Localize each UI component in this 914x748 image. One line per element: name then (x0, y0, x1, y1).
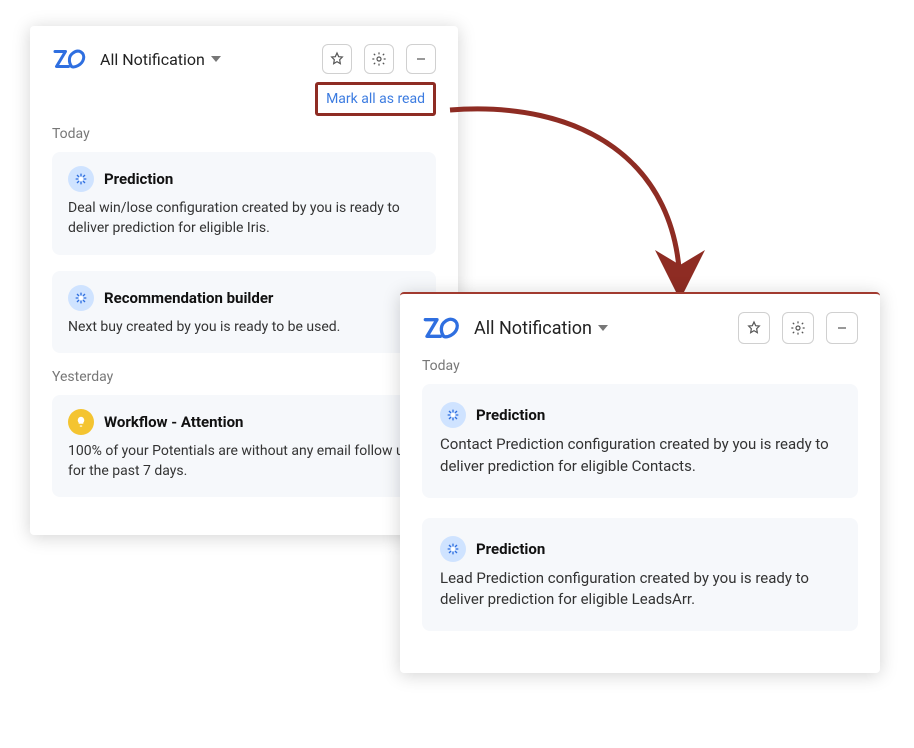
notification-card[interactable]: Prediction Contact Prediction configurat… (422, 384, 858, 498)
card-body: Next buy created by you is ready to be u… (68, 317, 420, 337)
notification-card[interactable]: Prediction Deal win/lose configuration c… (52, 152, 436, 255)
notification-card[interactable]: Recommendation builder Next buy created … (52, 271, 436, 353)
gear-icon (68, 166, 94, 192)
notification-panel-after: All Notification Today Prediction Contac… (400, 292, 880, 673)
settings-button[interactable] (782, 312, 814, 344)
notification-filter-dropdown[interactable]: All Notification (100, 50, 221, 69)
card-body: Lead Prediction configuration created by… (440, 568, 840, 612)
notification-card[interactable]: Workflow - Attention 100% of your Potent… (52, 395, 436, 498)
card-header: Recommendation builder (68, 285, 420, 311)
minimize-button[interactable] (406, 44, 436, 74)
dropdown-label: All Notification (474, 318, 592, 339)
notification-filter-dropdown[interactable]: All Notification (474, 318, 608, 339)
gear-icon (68, 285, 94, 311)
notification-card[interactable]: Prediction Lead Prediction configuration… (422, 518, 858, 632)
favorite-button[interactable] (322, 44, 352, 74)
card-title: Prediction (104, 170, 173, 188)
gear-icon (790, 320, 806, 336)
card-header: Prediction (440, 402, 840, 428)
dropdown-label: All Notification (100, 50, 205, 69)
star-icon (329, 51, 345, 67)
settings-button[interactable] (364, 44, 394, 74)
gear-icon (440, 536, 466, 562)
minus-icon (834, 320, 850, 336)
card-body: 100% of your Potentials are without any … (68, 441, 420, 482)
group-label-today: Today (52, 126, 436, 142)
zia-logo (422, 312, 462, 344)
chevron-down-icon (598, 325, 608, 331)
gear-icon (440, 402, 466, 428)
card-header: Workflow - Attention (68, 409, 420, 435)
panel-header: All Notification (52, 44, 436, 74)
notification-panel-before: All Notification Mark all as read Today … (30, 26, 458, 535)
panel-header: All Notification (422, 312, 858, 344)
card-body: Contact Prediction configuration created… (440, 434, 840, 478)
flow-arrow (430, 80, 730, 320)
card-header: Prediction (440, 536, 840, 562)
card-body: Deal win/lose configuration created by y… (68, 198, 420, 239)
mark-all-read-link[interactable]: Mark all as read (315, 82, 436, 116)
star-icon (746, 320, 762, 336)
favorite-button[interactable] (738, 312, 770, 344)
card-title: Prediction (476, 406, 545, 424)
card-header: Prediction (68, 166, 420, 192)
card-title: Prediction (476, 540, 545, 558)
card-title: Recommendation builder (104, 289, 273, 307)
zia-logo (52, 45, 88, 73)
minimize-button[interactable] (826, 312, 858, 344)
card-title: Workflow - Attention (104, 413, 243, 431)
chevron-down-icon (211, 56, 221, 62)
lightbulb-icon (68, 409, 94, 435)
minus-icon (413, 51, 429, 67)
link-row: Mark all as read (52, 82, 436, 116)
gear-icon (371, 51, 387, 67)
group-label-yesterday: Yesterday (52, 369, 436, 385)
group-label-today: Today (422, 358, 858, 374)
